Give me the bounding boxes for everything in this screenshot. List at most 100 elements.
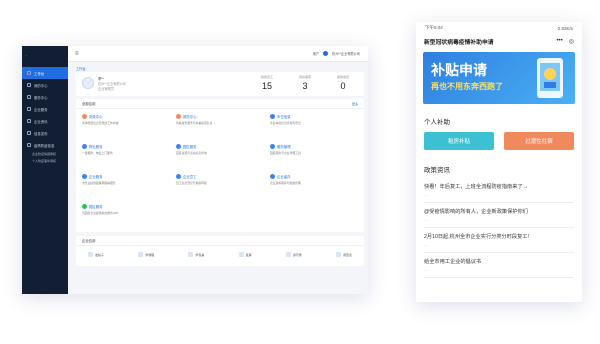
topbar-user[interactable]: 用户 杭州**企业有限公司 xyxy=(313,51,360,56)
service-desc: 一键报修，物业上门服务 xyxy=(82,151,113,155)
phone-screen: 下午5:04 2.53K/s 新型冠状病毒疫情补助申请 ••• ◎ 补贴申请 再… xyxy=(416,22,582,302)
menu-icon[interactable]: ≡ xyxy=(75,51,79,57)
course-icon xyxy=(138,252,144,257)
service-item[interactable]: 企业留存 企业资料留存与档案管理 xyxy=(270,174,362,204)
home-icon xyxy=(27,71,31,75)
service-item[interactable]: 企业服务为企业提供政策申报等服务 xyxy=(82,174,174,204)
party-icon xyxy=(82,114,87,119)
sidebar-subitem-personal-audit[interactable]: 个人防疫事件审核 xyxy=(22,158,68,165)
manage-icon xyxy=(270,144,275,149)
app-label: 发帖子 xyxy=(95,252,105,257)
transitional-housing-button[interactable]: 过渡性住宿 xyxy=(504,132,574,150)
service-item[interactable]: 园区服务 园区资源与活动信息查询 xyxy=(176,144,268,174)
news-title: 给全市用工企业的倡议书 xyxy=(424,259,482,265)
stat-employees[interactable]: 我的员工 15 xyxy=(248,75,286,91)
app-item[interactable]: 通讯录 xyxy=(285,252,302,257)
banner-subtitle: 再也不用东奔西跑了 xyxy=(431,82,503,91)
service-title: 车位信息 xyxy=(277,115,291,119)
user-icon xyxy=(27,83,31,87)
app-label: 学课程 xyxy=(145,252,155,257)
profile-avatar xyxy=(82,77,94,89)
news-icon xyxy=(27,119,31,123)
capsule-menu: ••• ◎ xyxy=(556,38,574,45)
app-icon xyxy=(82,204,87,209)
services-more-link[interactable]: 更多 xyxy=(352,102,358,106)
service-item[interactable]: 园区服务 为园区企业提供综合服务APP xyxy=(82,204,174,234)
sidebar-item-epidemic[interactable]: 疫情防疫信息 xyxy=(22,139,68,151)
profile-card: 李** 杭州**企业有限公司 企业管理员 我的员工 15 待办事项 3 我的会员 0 xyxy=(76,72,364,96)
app-item[interactable]: 发票 xyxy=(238,252,252,257)
rent-subsidy-button[interactable]: 租房补贴 xyxy=(424,132,494,150)
sidebar-item-enterprise-service[interactable]: 企业服务 xyxy=(22,103,68,115)
service-title: 企业服务 xyxy=(89,175,103,179)
service-item[interactable]: 企业员工 员工信息登记与健康申报 xyxy=(176,174,268,204)
stat-value: 15 xyxy=(261,81,272,91)
service-desc: 为企业提供政策申报等服务 xyxy=(82,181,116,185)
app-item[interactable]: 发帖子 xyxy=(88,252,104,257)
service-desc: 企业资料留存与档案管理 xyxy=(270,181,301,185)
service-item[interactable]: 党政中心查询党员信息及党建工作内容 xyxy=(82,114,174,144)
phone-illustration-icon xyxy=(537,58,563,98)
sidebar-item-enterprise-news[interactable]: 企业资讯 xyxy=(22,115,68,127)
stats: 我的员工 15 待办事项 3 我的会员 0 xyxy=(248,75,362,91)
app-item[interactable]: 学包裹 xyxy=(188,252,204,257)
contacts-icon xyxy=(285,252,291,257)
post-icon xyxy=(88,252,93,257)
topbar: ≡ 用户 杭州**企业有限公司 xyxy=(68,46,368,62)
publish-icon xyxy=(27,131,31,135)
service-title: 物业服务 xyxy=(89,145,103,149)
service-desc: 员工信息登记与健康申报 xyxy=(176,181,207,185)
news-item[interactable]: 快看！年后复工，上班全流程防疫指南来了→... xyxy=(424,178,574,203)
government-icon xyxy=(176,114,181,119)
service-title: 服务管理 xyxy=(277,145,291,149)
news-title: 快看！年后复工，上班全流程防疫指南来了→ xyxy=(424,184,528,190)
parking-icon xyxy=(270,114,275,119)
subsidy-banner[interactable]: 补贴申请 再也不用东奔西跑了 xyxy=(423,52,575,104)
sidebar-item-service-center[interactable]: 服务中心 xyxy=(22,91,68,103)
breadcrumb[interactable]: 工作台 xyxy=(76,66,86,71)
stat-value: 3 xyxy=(302,81,308,91)
app-item[interactable]: 调查表 xyxy=(335,252,352,257)
sidebar-item-workbench[interactable]: 工作台 xyxy=(22,67,68,79)
app-item[interactable]: 学课程 xyxy=(138,252,154,257)
property-icon xyxy=(82,144,87,149)
sidebar-subitem-enterprise-audit[interactable]: 企业防疫情报审核 xyxy=(22,151,68,158)
stat-label: 我的会员 xyxy=(336,75,349,79)
service-desc: 查询党员信息及党建工作内容 xyxy=(82,121,119,125)
park-icon xyxy=(176,144,181,149)
apps-title: 企业应用 xyxy=(82,239,96,243)
service-item[interactable]: 车位信息 企业车位信息查询与登记 xyxy=(270,114,362,144)
survey-icon xyxy=(335,252,341,257)
service-title: 园区服务 xyxy=(89,205,103,209)
sidebar-item-label: 信息发布 xyxy=(34,131,48,136)
service-item[interactable]: 物业服务一键报修，物业上门服务 xyxy=(82,144,174,174)
stage: ... 工作台 我的中心 服务中心 企业服务 企业资讯 信息发布 疫情防疫信息 … xyxy=(0,0,600,344)
news-item[interactable]: 2月10日起,杭州全市企业实行分类分时段复工!... xyxy=(424,228,574,253)
service-desc: 查看政务服务与办事指南信息 xyxy=(176,121,213,125)
service-item[interactable]: 政务中心 查看政务服务与办事指南信息 xyxy=(176,114,268,144)
sidebar-item-my-center[interactable]: 我的中心 xyxy=(22,79,68,91)
shield-icon xyxy=(27,143,31,147)
news-item[interactable]: @受疫情影响的所有人，企业新政策保护你们... xyxy=(424,203,574,228)
service-title: 园区服务 xyxy=(183,145,197,149)
package-icon xyxy=(188,252,194,257)
sidebar-item-publish[interactable]: 信息发布 xyxy=(22,127,68,139)
more-icon[interactable]: ••• xyxy=(556,38,562,45)
close-icon[interactable]: ◎ xyxy=(569,38,574,45)
news-date: ... xyxy=(424,268,427,272)
stat-todos[interactable]: 待办事项 3 xyxy=(286,75,324,91)
service-title: 党政中心 xyxy=(89,115,103,119)
service-item[interactable]: 服务管理 园区服务与企业管理工具 xyxy=(270,144,362,174)
news-item[interactable]: 给全市用工企业的倡议书... xyxy=(424,253,574,278)
mobile-navbar: 新型冠状病毒疫情补助申请 ••• ◎ xyxy=(416,34,582,48)
app-label: 发票 xyxy=(245,252,252,257)
page-title: 新型冠状病毒疫情补助申请 xyxy=(424,39,494,46)
app-label: 学包裹 xyxy=(195,252,205,257)
stat-members[interactable]: 我的会员 0 xyxy=(324,75,362,91)
services-card: 全部应用 更多 党政中心 查询党员信息及党建工作内容 政务中心 查看政务服务与办事指… xyxy=(76,99,364,232)
sidebar-item-label: 疫情防疫信息 xyxy=(34,143,55,148)
sidebar-item-label: 企业服务 xyxy=(34,107,48,112)
app-label: 调查表 xyxy=(342,252,352,257)
enterprise-icon xyxy=(82,174,87,179)
subsidy-buttons: 租房补贴 过渡性住宿 xyxy=(424,132,574,150)
